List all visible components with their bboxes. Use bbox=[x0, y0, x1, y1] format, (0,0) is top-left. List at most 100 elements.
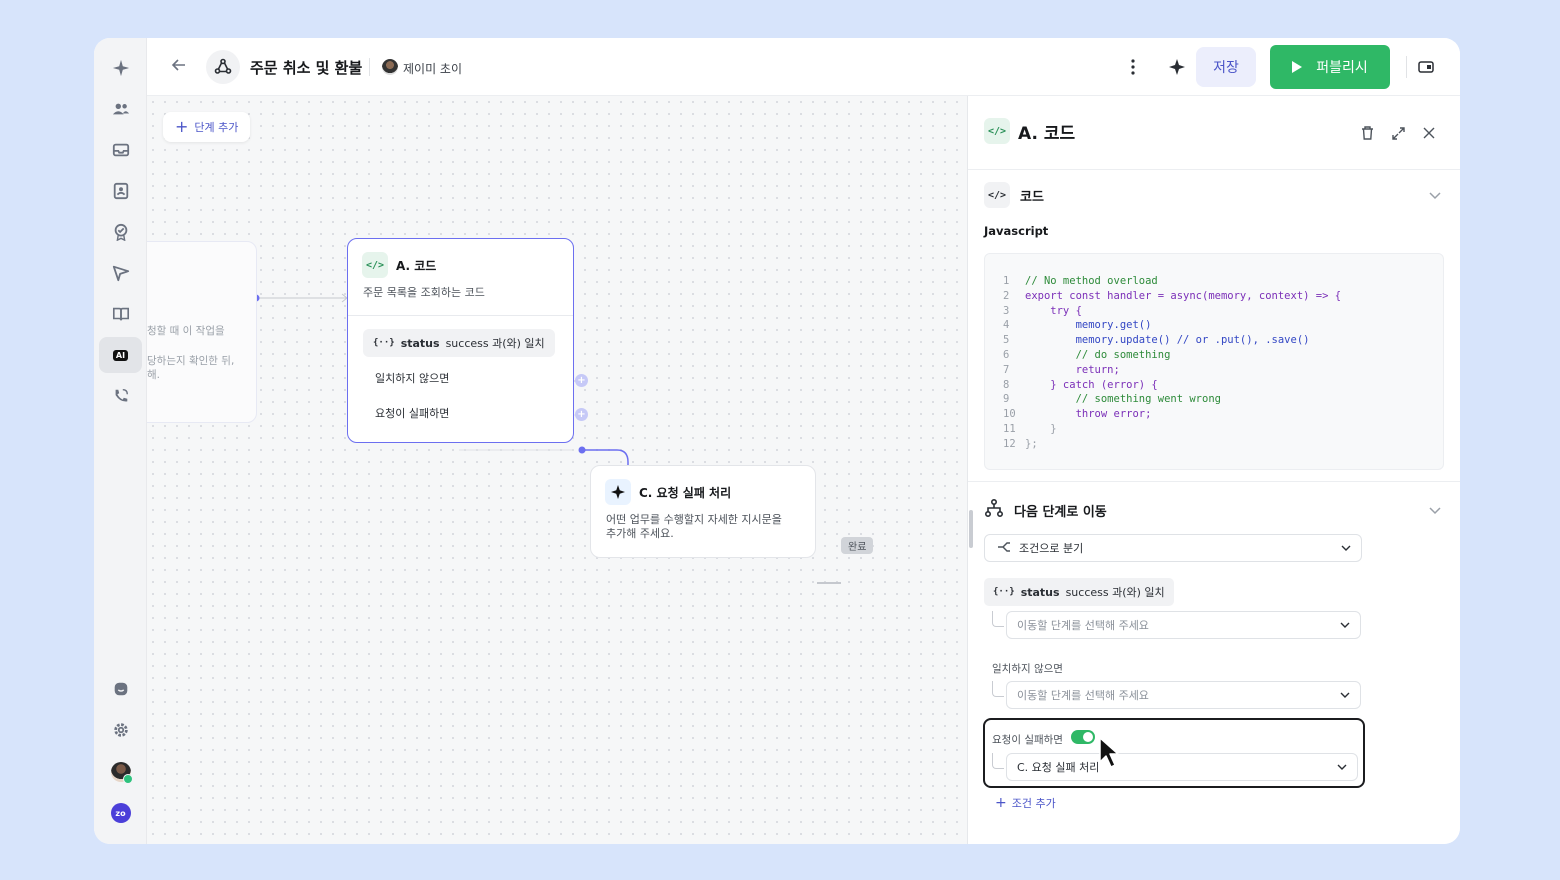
ai-sparkle-icon[interactable] bbox=[1167, 57, 1187, 77]
target-step-select[interactable]: 이동할 단계를 선택해 주세요 bbox=[1006, 611, 1361, 639]
code-line: // No method overload bbox=[1025, 275, 1158, 287]
branch-fail-label: 요청이 실패하면 bbox=[375, 407, 450, 420]
badge-check-icon[interactable] bbox=[99, 214, 142, 250]
divider bbox=[1406, 56, 1407, 78]
condition-text: success 과(와) 일치 bbox=[1065, 586, 1165, 599]
code-icon: </> bbox=[984, 182, 1010, 208]
send-icon[interactable] bbox=[99, 255, 142, 291]
chevron-down-icon[interactable] bbox=[1428, 503, 1442, 517]
back-arrow-icon[interactable] bbox=[171, 57, 187, 78]
chevron-down-icon bbox=[1340, 622, 1350, 628]
workflow-icon bbox=[206, 50, 240, 84]
divider bbox=[968, 169, 1460, 170]
code-line: memory.update() // or .put(), .save() bbox=[1025, 334, 1310, 347]
fail-branch-label: 요청이 실패하면 bbox=[992, 734, 1063, 746]
trash-icon[interactable] bbox=[1358, 124, 1376, 142]
variables-icon: {··} bbox=[993, 587, 1015, 597]
more-vertical-icon[interactable] bbox=[1123, 57, 1143, 77]
node-title: C. 요청 실패 처리 bbox=[639, 485, 732, 500]
book-icon[interactable] bbox=[99, 296, 142, 332]
panel-title: A. 코드 bbox=[1018, 123, 1076, 144]
chevron-down-icon[interactable] bbox=[1428, 188, 1442, 202]
select-value: C. 요청 실패 처리 bbox=[1017, 761, 1100, 774]
split-icon bbox=[997, 541, 1011, 556]
plus-icon: + bbox=[995, 795, 1007, 811]
close-icon[interactable] bbox=[1420, 124, 1438, 142]
publish-button[interactable]: 퍼블리시 bbox=[1270, 45, 1390, 89]
code-line: } catch (error) { bbox=[1025, 378, 1158, 391]
ai-icon[interactable]: AI bbox=[99, 337, 142, 373]
step-detail-panel: </> A. 코드 </> 코드 Javascript 1// No metho… bbox=[967, 96, 1460, 844]
connector-lines bbox=[252, 293, 841, 584]
gear-icon[interactable] bbox=[99, 712, 142, 748]
next-step-section-header[interactable]: 다음 단계로 이동 bbox=[984, 498, 1107, 522]
code-line: export const handler = async(memory, con… bbox=[1025, 289, 1342, 302]
save-button[interactable]: 저장 bbox=[1196, 47, 1256, 87]
chat-bubble-icon[interactable] bbox=[99, 671, 142, 707]
condition-variable: status bbox=[1020, 585, 1060, 599]
tree-connector bbox=[992, 681, 1004, 697]
select-placeholder: 이동할 단계를 선택해 주세요 bbox=[1017, 689, 1149, 702]
sparkle-icon[interactable] bbox=[99, 50, 142, 86]
ghost-text: 청할 때 이 작업을 bbox=[147, 325, 225, 337]
tree-connector bbox=[992, 753, 1004, 769]
mouse-cursor-icon bbox=[1099, 737, 1119, 768]
panel-toggle-icon[interactable] bbox=[1416, 57, 1436, 77]
code-line: memory.get() bbox=[1025, 319, 1152, 332]
else-branch-label: 일치하지 않으면 bbox=[992, 663, 1063, 675]
branch-tree-icon bbox=[984, 498, 1004, 522]
section-title: 코드 bbox=[1020, 189, 1044, 205]
add-connection-icon[interactable]: + bbox=[575, 374, 588, 387]
done-badge: 완료 bbox=[841, 537, 874, 554]
language-label: Javascript bbox=[984, 224, 1049, 238]
code-section-header[interactable]: </> 코드 bbox=[984, 182, 1044, 208]
divider bbox=[369, 58, 370, 76]
code-editor[interactable]: 1// No method overload 2 export const han… bbox=[984, 253, 1444, 470]
workspace-logo[interactable]: zo bbox=[99, 795, 142, 831]
code-icon: </> bbox=[362, 252, 388, 278]
condition-text: success 과(와) 일치 bbox=[445, 337, 545, 350]
select-placeholder: 이동할 단계를 선택해 주세요 bbox=[1017, 619, 1149, 632]
code-line: } bbox=[1025, 422, 1057, 435]
code-step-node[interactable]: </> A. 코드 주문 목록을 조회하는 코드 {··} status suc… bbox=[347, 238, 574, 443]
play-icon bbox=[1292, 61, 1303, 73]
inbox-icon[interactable] bbox=[99, 132, 142, 168]
left-rail: AI zo bbox=[94, 38, 147, 844]
users-icon[interactable] bbox=[99, 91, 142, 127]
top-header: 주문 취소 및 환불 제이미 초이 {··} 저장 퍼블리시 bbox=[147, 38, 1460, 96]
fail-target-select[interactable]: C. 요청 실패 처리 bbox=[1006, 753, 1358, 781]
ai-sparkle-icon bbox=[605, 479, 631, 505]
branch-mode-select[interactable]: 조건으로 분기 bbox=[984, 534, 1362, 562]
add-connection-icon[interactable]: + bbox=[575, 408, 588, 421]
condition-variable: status bbox=[400, 336, 440, 350]
code-line: return; bbox=[1025, 363, 1120, 376]
code-icon: </> bbox=[984, 118, 1010, 144]
node-title: A. 코드 bbox=[396, 258, 437, 273]
author-name: 제이미 초이 bbox=[403, 62, 463, 76]
condition-pill[interactable]: {··} status success 과(와) 일치 bbox=[984, 578, 1174, 606]
fail-branch-toggle[interactable] bbox=[1071, 730, 1095, 744]
phone-call-icon[interactable] bbox=[99, 378, 142, 414]
resize-handle[interactable] bbox=[969, 510, 973, 548]
tree-connector bbox=[992, 611, 1004, 627]
divider bbox=[968, 481, 1460, 482]
condition-pill[interactable]: {··} status success 과(와) 일치 bbox=[363, 329, 555, 357]
else-target-select[interactable]: 이동할 단계를 선택해 주세요 bbox=[1006, 681, 1361, 709]
contact-card-icon[interactable] bbox=[99, 173, 142, 209]
section-title: 다음 단계로 이동 bbox=[1014, 504, 1107, 520]
divider bbox=[348, 315, 573, 316]
chevron-down-icon bbox=[1337, 764, 1347, 770]
add-condition-button[interactable]: + 조건 추가 bbox=[995, 795, 1056, 811]
code-line: // do something bbox=[1025, 348, 1171, 361]
ai-step-node[interactable]: C. 요청 실패 처리 어떤 업무를 수행할지 자세한 지시문을 추가해 주세요… bbox=[590, 465, 816, 558]
ghost-text: 당하는지 확인한 뒤, bbox=[147, 355, 235, 367]
node-description: 어떤 업무를 수행할지 자세한 지시문을 bbox=[606, 513, 782, 526]
user-avatar[interactable] bbox=[99, 754, 142, 790]
code-line: }; bbox=[1025, 437, 1038, 450]
expand-icon[interactable] bbox=[1389, 124, 1407, 142]
chevron-down-icon bbox=[1340, 692, 1350, 698]
page-title: 주문 취소 및 환불 bbox=[250, 59, 363, 77]
workflow-canvas[interactable]: + 단계 추가 청할 때 이 작업을 당하는지 확인한 뒤, 해. </> A.… bbox=[147, 96, 967, 844]
ghost-text: 해. bbox=[147, 369, 160, 381]
code-line: throw error; bbox=[1025, 408, 1152, 421]
